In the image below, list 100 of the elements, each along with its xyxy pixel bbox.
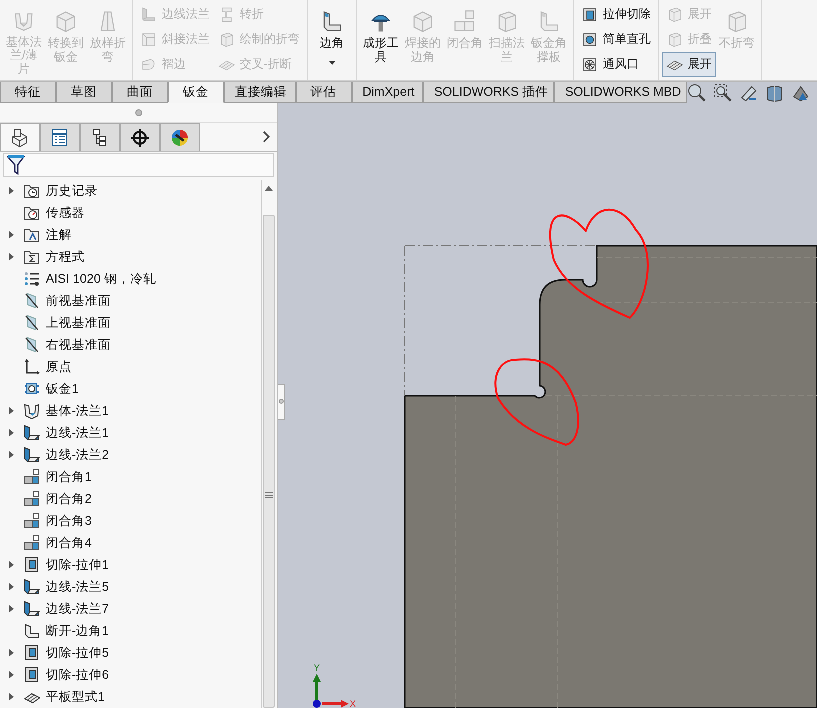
tree-item[interactable]: 闭合角2 — [0, 488, 261, 510]
ribbon-button[interactable]: 成形工具 — [360, 2, 402, 78]
tree-item[interactable]: 边线-法兰2 — [0, 444, 261, 466]
ribbon-tab[interactable]: 特征 — [0, 82, 56, 103]
tree-item[interactable]: 原点 — [0, 356, 261, 378]
flange-icon — [140, 6, 158, 24]
splitter-handle[interactable] — [278, 384, 285, 420]
expand-arrow-icon[interactable] — [8, 561, 14, 569]
expand-arrow-icon[interactable] — [8, 671, 14, 679]
part-icon — [10, 128, 30, 148]
axes-icon — [24, 359, 40, 375]
tree-item[interactable]: 边线-法兰5 — [0, 576, 261, 598]
expand-arrow-icon[interactable] — [8, 693, 14, 701]
sheet-metal-icon — [24, 381, 40, 397]
expand-arrow-icon[interactable] — [8, 583, 14, 591]
ribbon-tab[interactable]: 曲面 — [112, 82, 168, 103]
panel-tab[interactable] — [120, 123, 160, 151]
blocks-icon — [24, 469, 40, 485]
ribbon-tab[interactable]: DimXpert — [352, 82, 424, 103]
appearance-ball-icon — [170, 128, 190, 148]
tree-item[interactable]: 传感器 — [0, 202, 261, 224]
cut-icon — [24, 645, 40, 661]
blocks-icon — [24, 491, 40, 507]
tree-item[interactable]: 切除-拉伸1 — [0, 554, 261, 576]
folder-zigzag-icon — [24, 249, 40, 265]
expand-arrow-icon[interactable] — [8, 231, 14, 239]
tree-item[interactable]: 钣金1 — [0, 378, 261, 400]
folder-clock-icon — [24, 183, 40, 199]
hole-icon — [581, 30, 599, 48]
tree-item[interactable]: 闭合角4 — [0, 532, 261, 554]
plane-icon — [24, 337, 40, 353]
ribbon-tab[interactable]: 评估 — [296, 82, 352, 103]
tree-item[interactable]: 断开-边角1 — [0, 620, 261, 642]
x-axis-arrow — [322, 700, 349, 708]
expand-arrow-icon[interactable] — [8, 605, 14, 613]
tree-item[interactable]: 边线-法兰7 — [0, 598, 261, 620]
tree-item[interactable]: AISI 1020 钢，冷轧 — [0, 268, 261, 290]
tree-item[interactable]: 注解 — [0, 224, 261, 246]
ribbon-button[interactable]: 展开 — [662, 52, 716, 77]
ribbon-tab[interactable]: SOLIDWORKS MBD — [554, 82, 687, 103]
tree-item[interactable]: 基体-法兰1 — [0, 400, 261, 422]
property-list-icon — [50, 128, 70, 148]
expand-arrow-icon[interactable] — [8, 407, 14, 415]
plane-icon — [24, 315, 40, 331]
blocks-icon — [24, 513, 40, 529]
ribbon-tab[interactable]: 直接编辑 — [224, 82, 296, 103]
expand-arrow-icon[interactable] — [8, 451, 14, 459]
bracket-icon — [24, 403, 40, 419]
blocks-icon — [24, 535, 40, 551]
zoom-fit-icon[interactable] — [687, 82, 707, 103]
panel-tab[interactable] — [160, 123, 200, 151]
origin-dot — [313, 700, 321, 708]
tree-item[interactable]: 切除-拉伸5 — [0, 642, 261, 664]
flange-icon — [24, 601, 40, 617]
frame-icon — [140, 30, 158, 48]
grip-icon — [134, 108, 142, 116]
grip-lines-icon — [265, 492, 273, 499]
tree-item[interactable]: 上视基准面 — [0, 312, 261, 334]
y-axis-arrow — [313, 674, 321, 700]
tree-item[interactable]: 边线-法兰1 — [0, 422, 261, 444]
panel-tab[interactable] — [0, 123, 40, 151]
ribbon-button[interactable]: 拉伸切除 — [577, 2, 655, 27]
tree-item[interactable]: 历史记录 — [0, 180, 261, 202]
flange-icon — [24, 579, 40, 595]
zoom-area-icon[interactable] — [713, 82, 733, 103]
panel-tab[interactable] — [40, 123, 80, 151]
chevron-right-icon[interactable] — [263, 131, 271, 143]
cut-icon — [24, 667, 40, 683]
folder-gauge-icon — [24, 205, 40, 221]
tree-item[interactable]: 闭合角1 — [0, 466, 261, 488]
tree-item[interactable]: 闭合角3 — [0, 510, 261, 532]
expand-arrow-icon[interactable] — [8, 429, 14, 437]
scroll-up-icon[interactable] — [265, 186, 273, 191]
crosshair-icon — [130, 128, 150, 148]
expand-arrow-icon[interactable] — [8, 253, 14, 261]
ribbon-button[interactable]: 边角 — [311, 2, 353, 78]
flange-icon — [24, 447, 40, 463]
cut-icon — [581, 6, 599, 24]
scrollbar-thumb[interactable] — [263, 215, 275, 708]
ribbon-button[interactable]: 通风口 — [577, 52, 655, 77]
plane-icon — [24, 293, 40, 309]
filter-field[interactable] — [3, 153, 274, 177]
tree-item[interactable]: 右视基准面 — [0, 334, 261, 356]
tree-item[interactable]: 切除-拉伸6 — [0, 664, 261, 686]
ribbon-tab[interactable]: 钣金 — [168, 82, 224, 103]
expand-arrow-icon[interactable] — [8, 649, 14, 657]
tree-item[interactable]: 前视基准面 — [0, 290, 261, 312]
vent-icon — [581, 56, 599, 74]
axis-label: Y — [314, 663, 320, 673]
panel-tab[interactable] — [80, 123, 120, 151]
ribbon-button[interactable]: 简单直孔 — [577, 27, 655, 52]
tree-item[interactable]: 方程式 — [0, 246, 261, 268]
material-list-icon — [24, 271, 40, 287]
tree-item[interactable]: 平板型式1 — [0, 686, 261, 708]
ribbon-tab[interactable]: 草图 — [56, 82, 112, 103]
cut-icon — [24, 557, 40, 573]
expand-arrow-icon[interactable] — [8, 187, 14, 195]
flange-icon — [24, 425, 40, 441]
funnel-icon — [7, 155, 25, 175]
ribbon-tab[interactable]: SOLIDWORKS 插件 — [423, 82, 554, 103]
